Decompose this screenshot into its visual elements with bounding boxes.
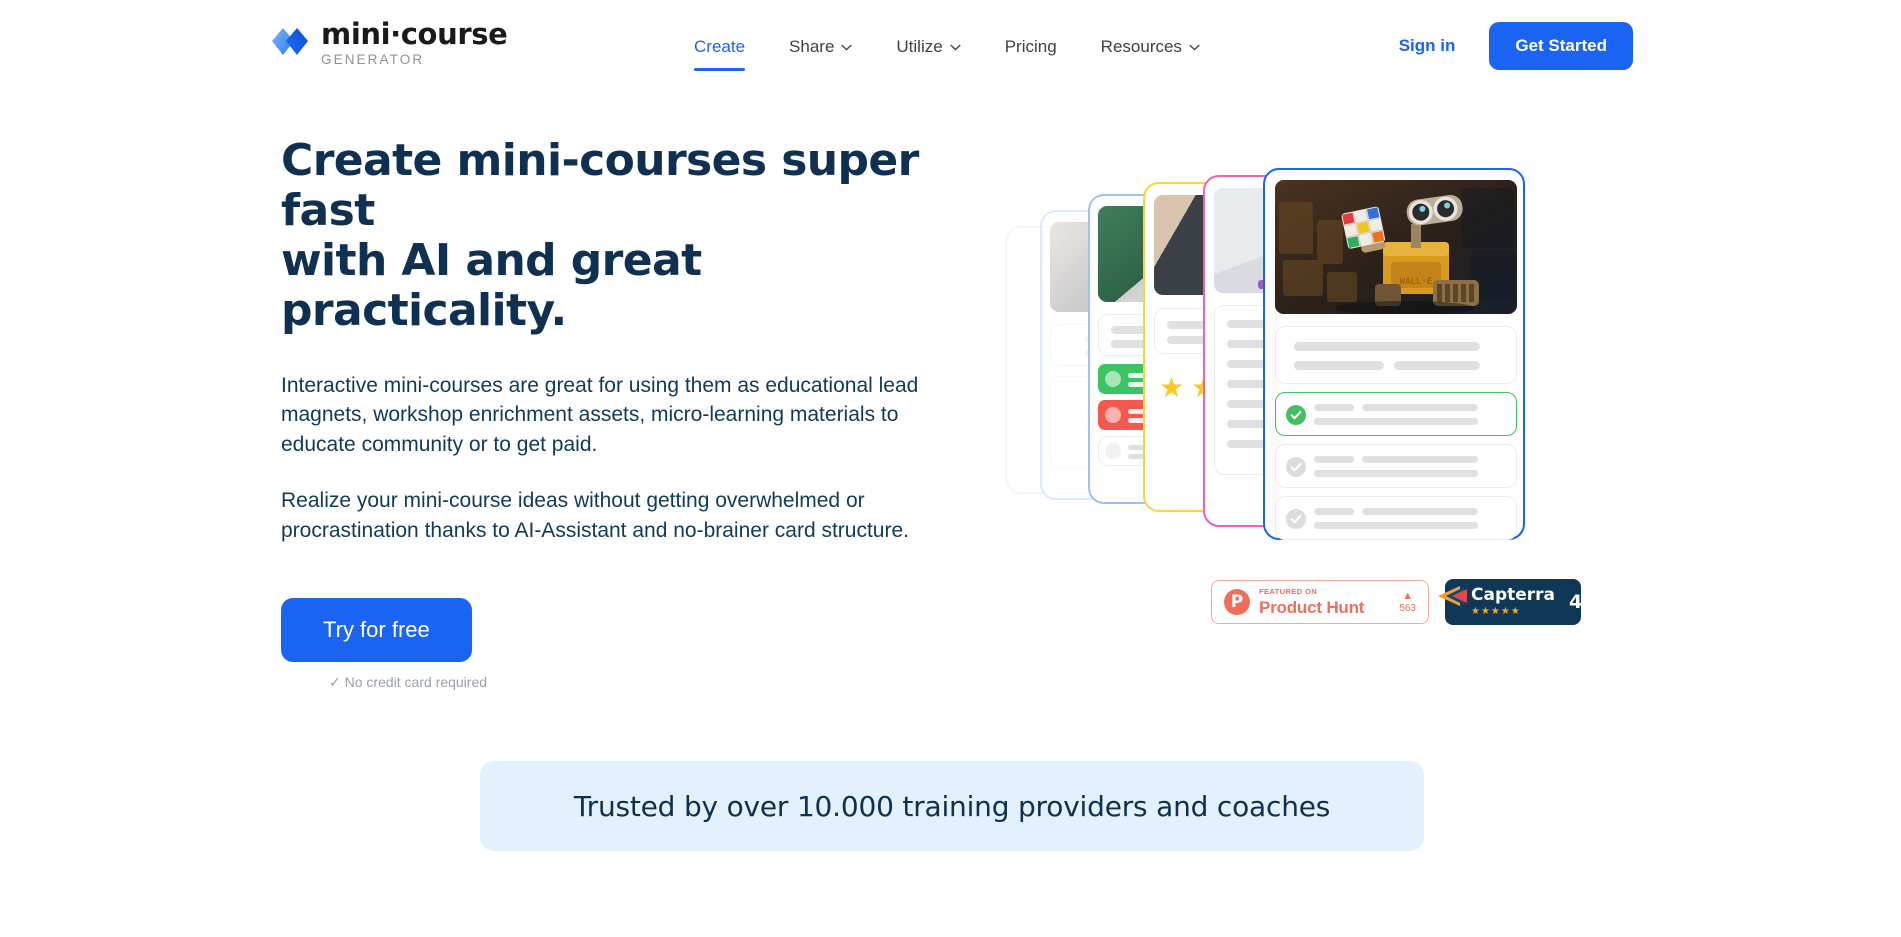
svg-text:WALL·E: WALL·E [1400, 277, 1433, 287]
try-for-free-button[interactable]: Try for free [281, 597, 472, 662]
landing-page: mini·course GENERATOR Create Share Utili… [0, 0, 1901, 937]
product-hunt-text: FEATURED ON Product Hunt [1259, 588, 1390, 616]
front-card-answer-2[interactable] [1275, 444, 1517, 488]
front-card-answer-3[interactable] [1275, 496, 1517, 540]
caret-up-icon: ▲ [1402, 589, 1414, 602]
capterra-score: 4.7 [1569, 591, 1603, 613]
product-hunt-icon: P [1224, 589, 1250, 615]
check-circle-icon [1286, 509, 1306, 529]
hero-section: Create mini-courses super fast with AI a… [0, 0, 1901, 760]
capterra-badge[interactable]: Capterra ★★★★★ 4.7 [1438, 579, 1603, 625]
product-hunt-upvotes: ▲ 563 [1399, 589, 1416, 614]
headline-line-1: Create mini-courses super fast [281, 135, 919, 237]
product-hunt-featured-label: FEATURED ON [1259, 587, 1318, 597]
product-hunt-badge[interactable]: P FEATURED ON Product Hunt ▲ 563 [1211, 580, 1429, 624]
no-credit-card-note: ✓ No credit card required [329, 673, 488, 690]
check-circle-icon [1286, 457, 1306, 477]
trusted-banner: Trusted by over 10.000 training provider… [480, 761, 1424, 851]
capterra-name: Capterra [1471, 585, 1556, 605]
hero-paragraph-1: Interactive mini-courses are great for u… [281, 373, 919, 457]
walle-illustration-icon: WALL·E [1275, 180, 1517, 314]
headline-line-2: with AI and great practicality. [281, 235, 702, 337]
page-title: Create mini-courses super fast with AI a… [281, 135, 961, 337]
hero-copy: Create mini-courses super fast with AI a… [281, 135, 961, 691]
front-card-answer-correct[interactable] [1275, 392, 1517, 436]
capterra-stars: ★★★★★ [1471, 606, 1521, 617]
front-card-image: WALL·E [1275, 180, 1517, 314]
trusted-banner-text: Trusted by over 10.000 training provider… [573, 789, 1331, 823]
capterra-flag-icon [1438, 586, 1467, 606]
product-hunt-upvote-count: 563 [1399, 602, 1416, 614]
check-circle-icon [1286, 405, 1306, 425]
product-hunt-name: Product Hunt [1259, 597, 1365, 617]
hero-paragraph-2: Realize your mini-course ideas without g… [281, 489, 909, 542]
star-icon: ★ [1159, 372, 1185, 403]
stack-card-front: WALL·E [1263, 168, 1525, 540]
mini-course-card-stack: ★ ★ ★ ★ [1000, 168, 1580, 558]
front-card-question-panel [1275, 326, 1517, 384]
social-proof-badges: P FEATURED ON Product Hunt ▲ 563 Capterr… [1211, 579, 1603, 625]
